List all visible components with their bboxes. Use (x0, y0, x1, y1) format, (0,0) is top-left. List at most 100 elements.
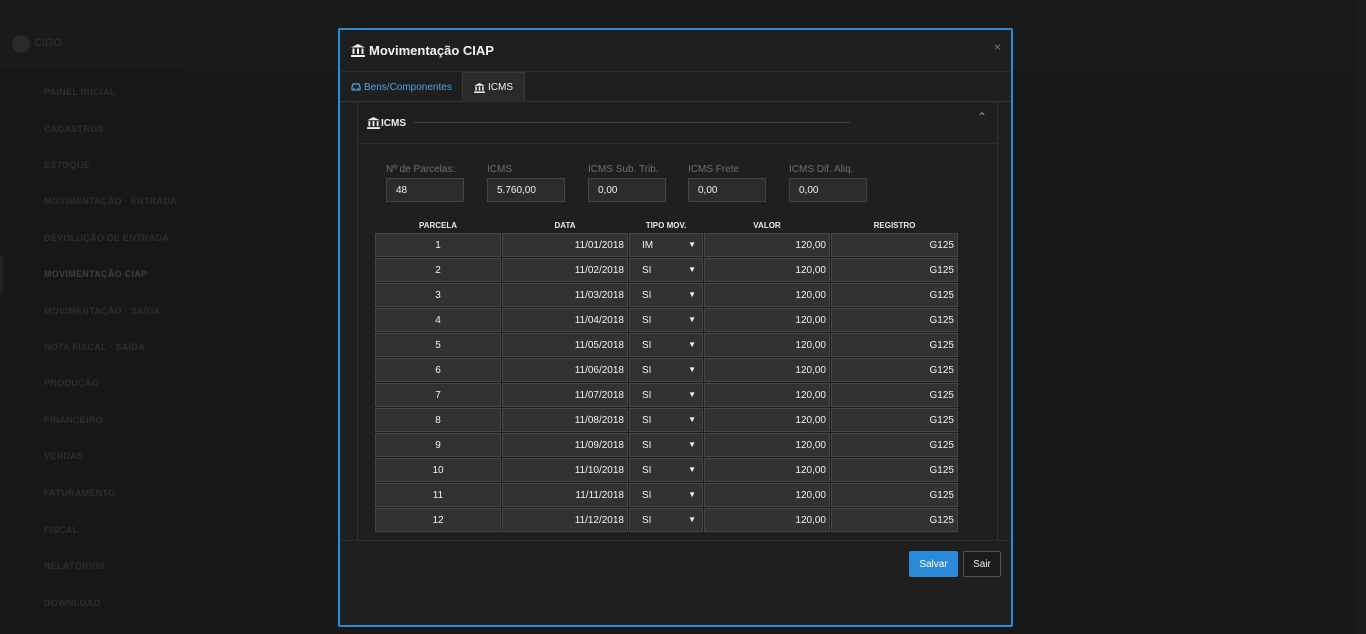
panel-title-text: ICMS (381, 117, 406, 129)
data-cell[interactable]: 11/04/2018 (502, 308, 628, 332)
data-cell[interactable]: 11/03/2018 (502, 283, 628, 307)
ciap-modal: Movimentação CIAP × Bens/Componentes ICM… (338, 28, 1013, 627)
parcela-cell: 6 (375, 358, 501, 382)
sidebar-item[interactable]: MOVIMENTAÇÃO · SAÍDA (44, 306, 160, 316)
sidebar-item[interactable]: VENDAS (44, 451, 83, 461)
valor-cell[interactable]: 120,00 (704, 233, 830, 257)
parcela-cell: 7 (375, 383, 501, 407)
data-cell[interactable]: 11/09/2018 (502, 433, 628, 457)
registro-cell[interactable]: G125 (831, 408, 958, 432)
caret-down-icon: ▼ (688, 365, 696, 374)
registro-cell[interactable]: G125 (831, 333, 958, 357)
data-cell[interactable]: 11/02/2018 (502, 258, 628, 282)
parcela-cell-text: 2 (435, 264, 441, 276)
registro-cell[interactable]: G125 (831, 283, 958, 307)
valor-cell[interactable]: 120,00 (704, 483, 830, 507)
valor-cell[interactable]: 120,00 (704, 258, 830, 282)
registro-cell[interactable]: G125 (831, 308, 958, 332)
registro-cell[interactable]: G125 (831, 483, 958, 507)
tab-bens-componentes[interactable]: Bens/Componentes (340, 72, 463, 102)
sidebar-item[interactable]: FATURAMENTO (44, 488, 115, 498)
tipo-mov-select-text: SI (642, 439, 652, 451)
valor-cell[interactable]: 120,00 (704, 308, 830, 332)
sidebar-item[interactable]: RELATÓRIOS (44, 561, 105, 571)
registro-cell[interactable]: G125 (831, 508, 958, 532)
parcela-cell-text: 1 (435, 239, 441, 251)
table-row: 11 11/11/2018 SI ▼ 120,00 G125 (375, 483, 959, 507)
parcela-cell: 9 (375, 433, 501, 457)
tipo-mov-select[interactable]: SI ▼ (629, 433, 703, 457)
tipo-mov-select[interactable]: SI ▼ (629, 458, 703, 482)
tipo-mov-select[interactable]: SI ▼ (629, 258, 703, 282)
valor-cell[interactable]: 120,00 (704, 358, 830, 382)
data-cell-text: 11/09/2018 (574, 439, 624, 451)
icms-label: ICMS (487, 164, 512, 175)
registro-cell[interactable]: G125 (831, 433, 958, 457)
tipo-mov-select[interactable]: SI ▼ (629, 408, 703, 432)
data-cell[interactable]: 11/10/2018 (502, 458, 628, 482)
data-cell[interactable]: 11/05/2018 (502, 333, 628, 357)
sidebar-item[interactable]: PRODUÇÃO (44, 378, 99, 388)
tab-icms[interactable]: ICMS (462, 72, 525, 102)
parcela-cell-text: 4 (435, 314, 441, 326)
parcela-cell-text: 5 (435, 339, 441, 351)
tipo-mov-select[interactable]: SI ▼ (629, 283, 703, 307)
tipo-mov-select-text: SI (642, 464, 652, 476)
valor-cell[interactable]: 120,00 (704, 283, 830, 307)
sidebar-item[interactable]: NOTA FISCAL · SAÍDA (44, 342, 145, 352)
tipo-mov-select[interactable]: SI ▼ (629, 333, 703, 357)
page-scrollbar[interactable] (1357, 0, 1366, 634)
exit-button[interactable]: Sair (963, 551, 1001, 577)
sidebar-item[interactable]: MOVIMENTAÇÃO · ENTRADA (44, 196, 177, 206)
parcela-cell: 10 (375, 458, 501, 482)
sidebar-item[interactable]: DOWNLOAD (44, 598, 100, 608)
data-cell-text: 11/06/2018 (574, 364, 624, 376)
chevron-up-icon[interactable]: ⌃ (977, 110, 987, 124)
valor-cell-text: 120,00 (795, 464, 826, 476)
sidebar-item[interactable]: MOVIMENTAÇÃO CIAP (44, 269, 147, 279)
icms-input[interactable] (487, 178, 565, 202)
valor-cell[interactable]: 120,00 (704, 408, 830, 432)
data-cell[interactable]: 11/07/2018 (502, 383, 628, 407)
icms-dif-aliq-label: ICMS Dif. Aliq. (789, 164, 854, 175)
sidebar-item[interactable]: PAINEL INICIAL (44, 87, 115, 97)
sidebar-item[interactable]: CADASTROS (44, 124, 104, 134)
tipo-mov-select[interactable]: SI ▼ (629, 308, 703, 332)
caret-down-icon: ▼ (688, 440, 696, 449)
valor-cell[interactable]: 120,00 (704, 383, 830, 407)
registro-cell[interactable]: G125 (831, 383, 958, 407)
sidebar-item[interactable]: ESTOQUE (44, 160, 90, 170)
close-icon[interactable]: × (994, 40, 1001, 54)
data-cell-text: 11/10/2018 (574, 464, 624, 476)
icms-sub-trib-input[interactable] (588, 178, 666, 202)
data-cell[interactable]: 11/11/2018 (502, 483, 628, 507)
tipo-mov-select[interactable]: SI ▼ (629, 508, 703, 532)
registro-cell[interactable]: G125 (831, 258, 958, 282)
registro-cell-text: G125 (929, 514, 954, 526)
tipo-mov-select[interactable]: SI ▼ (629, 483, 703, 507)
valor-cell[interactable]: 120,00 (704, 458, 830, 482)
tipo-mov-select[interactable]: SI ▼ (629, 383, 703, 407)
valor-cell-text: 120,00 (795, 514, 826, 526)
save-button[interactable]: Salvar (909, 551, 958, 577)
valor-cell[interactable]: 120,00 (704, 433, 830, 457)
data-cell[interactable]: 11/12/2018 (502, 508, 628, 532)
sidebar-item[interactable]: DEVOLUÇÃO DE ENTRADA (44, 233, 169, 243)
data-cell[interactable]: 11/08/2018 (502, 408, 628, 432)
icms-dif-aliq-input[interactable] (789, 178, 867, 202)
registro-cell[interactable]: G125 (831, 458, 958, 482)
registro-cell[interactable]: G125 (831, 233, 958, 257)
valor-cell[interactable]: 120,00 (704, 508, 830, 532)
parcelas-input[interactable] (386, 178, 464, 202)
tipo-mov-select[interactable]: SI ▼ (629, 358, 703, 382)
sidebar-item[interactable]: FISCAL (44, 525, 78, 535)
tipo-mov-select[interactable]: IM ▼ (629, 233, 703, 257)
valor-cell[interactable]: 120,00 (704, 333, 830, 357)
tipo-mov-select-text: SI (642, 514, 652, 526)
icms-frete-input[interactable] (688, 178, 766, 202)
data-cell[interactable]: 11/06/2018 (502, 358, 628, 382)
modal-header: Movimentação CIAP × (340, 30, 1011, 72)
data-cell[interactable]: 11/01/2018 (502, 233, 628, 257)
registro-cell[interactable]: G125 (831, 358, 958, 382)
sidebar-item[interactable]: FINANCEIRO (44, 415, 103, 425)
